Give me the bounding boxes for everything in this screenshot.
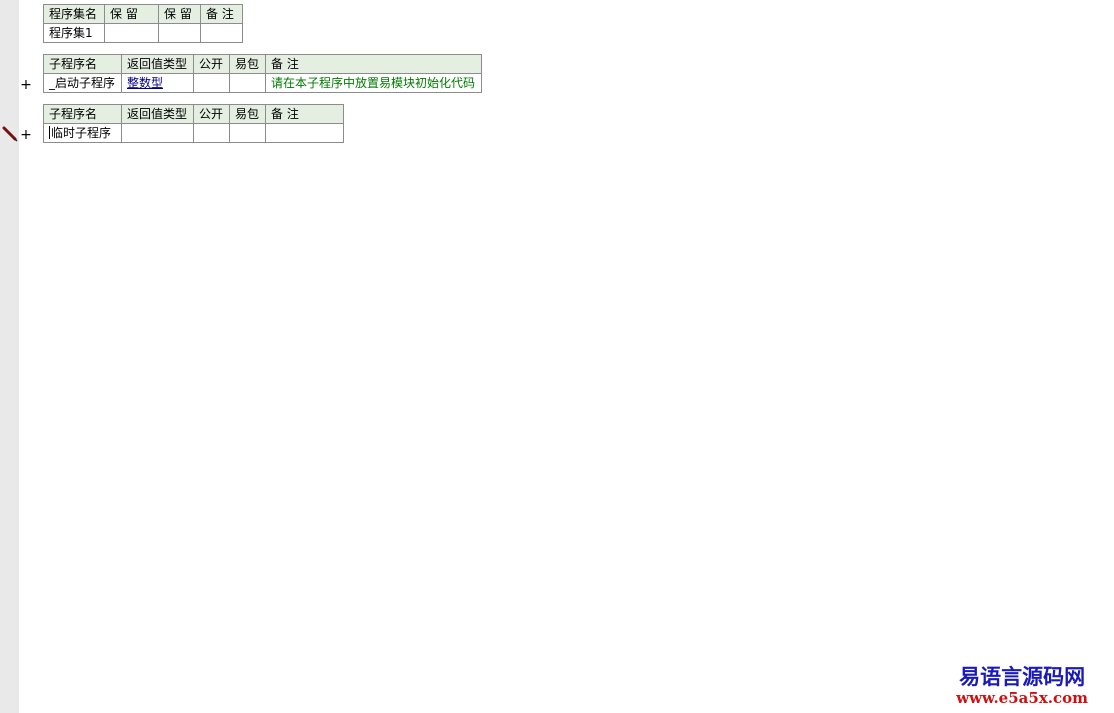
subroutine-1-header-row: 子程序名 返回值类型 公开 易包 备 注 <box>43 54 482 74</box>
watermark: 易语言源码网 www.e5a5x.com <box>956 664 1088 708</box>
assembly-name-cell[interactable]: 程序集1 <box>43 23 105 43</box>
subroutine-1-row: _启动子程序 整数型 请在本子程序中放置易模块初始化代码 <box>43 73 482 93</box>
left-gutter <box>0 0 19 713</box>
subroutine-2-row: 临时子程序 <box>43 123 344 143</box>
return-type-cell[interactable]: 整数型 <box>121 73 194 93</box>
sub-name-cell[interactable]: 临时子程序 <box>43 123 122 143</box>
reserved-2-cell[interactable] <box>158 23 201 43</box>
expand-subroutine-1-button[interactable]: + <box>20 78 32 92</box>
watermark-url: www.e5a5x.com <box>956 689 1088 707</box>
header-remark: 备 注 <box>200 4 243 24</box>
assembly-header-row: 程序集名 保 留 保 留 备 注 <box>43 4 243 24</box>
public-cell[interactable] <box>193 73 230 93</box>
header-return-type: 返回值类型 <box>121 104 194 124</box>
public-cell[interactable] <box>193 123 230 143</box>
header-sub-name: 子程序名 <box>43 104 122 124</box>
reserved-1-cell[interactable] <box>104 23 159 43</box>
header-public: 公开 <box>193 104 230 124</box>
header-remark: 备 注 <box>265 104 344 124</box>
header-sub-name: 子程序名 <box>43 54 122 74</box>
epackage-cell[interactable] <box>229 123 266 143</box>
return-type-cell[interactable] <box>121 123 194 143</box>
pencil-icon <box>2 126 18 142</box>
assembly-table: 程序集名 保 留 保 留 备 注 程序集1 <box>43 4 243 43</box>
header-epackage: 易包 <box>229 104 266 124</box>
header-assembly-name: 程序集名 <box>43 4 105 24</box>
subroutine-1-table: 子程序名 返回值类型 公开 易包 备 注 _启动子程序 整数型 请在本子程序中放… <box>43 54 482 93</box>
header-return-type: 返回值类型 <box>121 54 194 74</box>
sub-name-text: 临时子程序 <box>51 126 112 140</box>
text-caret <box>49 126 50 139</box>
sub-name-cell[interactable]: _启动子程序 <box>43 73 122 93</box>
remark-cell[interactable]: 请在本子程序中放置易模块初始化代码 <box>265 73 482 93</box>
subroutine-2-table: 子程序名 返回值类型 公开 易包 备 注 临时子程序 <box>43 104 344 143</box>
assembly-remark-cell[interactable] <box>200 23 243 43</box>
epackage-cell[interactable] <box>229 73 266 93</box>
subroutine-2-header-row: 子程序名 返回值类型 公开 易包 备 注 <box>43 104 344 124</box>
header-reserved-1: 保 留 <box>104 4 159 24</box>
header-public: 公开 <box>193 54 230 74</box>
header-reserved-2: 保 留 <box>158 4 201 24</box>
header-remark: 备 注 <box>265 54 482 74</box>
header-epackage: 易包 <box>229 54 266 74</box>
remark-cell[interactable] <box>265 123 344 143</box>
watermark-title: 易语言源码网 <box>959 664 1086 689</box>
expand-subroutine-2-button[interactable]: + <box>20 128 32 142</box>
return-type-link[interactable]: 整数型 <box>127 76 163 90</box>
assembly-row: 程序集1 <box>43 23 243 43</box>
